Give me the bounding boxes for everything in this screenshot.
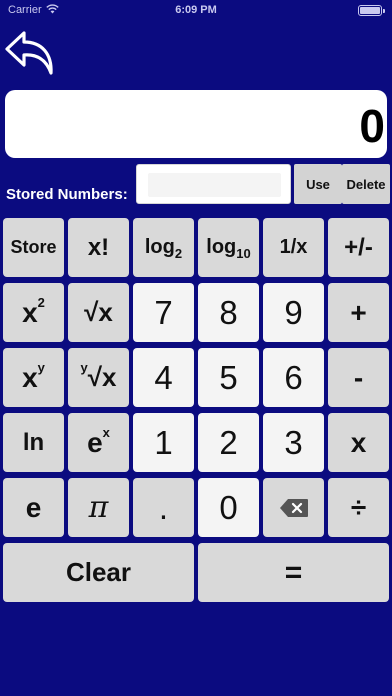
- sqrt-label: √x: [84, 297, 113, 327]
- euler-label: e: [25, 491, 42, 523]
- exp-label: e: [87, 426, 103, 458]
- euler-button[interactable]: e: [3, 478, 64, 537]
- negate-label: +/-: [344, 233, 373, 261]
- exp-superscript: x: [102, 424, 110, 440]
- pi-button[interactable]: π: [68, 478, 129, 537]
- factorial-button[interactable]: x!: [68, 218, 129, 277]
- digit-7-button[interactable]: 7: [133, 283, 194, 342]
- decimal-label: .: [158, 488, 169, 526]
- log10-label: log: [206, 236, 237, 258]
- backspace-icon: [279, 498, 308, 517]
- pi-label: π: [88, 490, 109, 525]
- reciprocal-label: 1/x: [279, 236, 308, 258]
- ln-label: ln: [22, 428, 45, 456]
- digit-8-button[interactable]: 8: [198, 283, 259, 342]
- yroot-index: y: [80, 360, 88, 375]
- digit-2-button[interactable]: 2: [198, 413, 259, 472]
- clear-button[interactable]: Clear: [3, 543, 194, 602]
- decimal-button[interactable]: .: [133, 478, 194, 537]
- log2-label: log: [144, 236, 175, 258]
- exp-button[interactable]: ex: [68, 413, 129, 472]
- use-button[interactable]: Use: [294, 164, 342, 204]
- battery-icon: [358, 5, 385, 16]
- back-button[interactable]: [4, 28, 56, 80]
- factorial-label: x!: [87, 233, 110, 261]
- digit-1-label: 1: [154, 423, 173, 461]
- stored-numbers-value: [148, 173, 281, 197]
- digit-9-label: 9: [284, 293, 303, 331]
- divide-button[interactable]: ÷: [328, 478, 389, 537]
- reciprocal-button[interactable]: 1/x: [263, 218, 324, 277]
- store-button[interactable]: Store: [3, 218, 64, 277]
- back-arrow-icon: [5, 31, 53, 75]
- power-button[interactable]: xy: [3, 348, 64, 407]
- minus-label: -: [353, 361, 364, 393]
- digit-4-button[interactable]: 4: [133, 348, 194, 407]
- multiply-button[interactable]: x: [328, 413, 389, 472]
- equals-label: =: [284, 555, 303, 589]
- digit-6-button[interactable]: 6: [263, 348, 324, 407]
- digit-4-label: 4: [154, 358, 173, 396]
- ln-button[interactable]: ln: [3, 413, 64, 472]
- yroot-label: √x: [87, 362, 117, 392]
- digit-7-label: 7: [154, 293, 173, 331]
- status-time: 6:09 PM: [175, 4, 217, 16]
- digit-3-button[interactable]: 3: [263, 413, 324, 472]
- yroot-button[interactable]: y√x: [68, 348, 129, 407]
- square-superscript: 2: [37, 294, 45, 310]
- log2-subscript: 2: [174, 246, 183, 261]
- plus-button[interactable]: +: [328, 283, 389, 342]
- store-label: Store: [10, 237, 57, 257]
- digit-5-label: 5: [219, 358, 238, 396]
- digit-0-label: 0: [219, 488, 238, 526]
- display-value: 0: [359, 100, 385, 152]
- power-label: x: [22, 361, 38, 393]
- plus-label: +: [350, 296, 367, 328]
- backspace-button[interactable]: [263, 478, 324, 537]
- multiply-label: x: [350, 426, 367, 458]
- status-bar: Carrier 6:09 PM: [0, 0, 392, 22]
- equals-button[interactable]: =: [198, 543, 389, 602]
- clear-label: Clear: [65, 557, 132, 587]
- square-button[interactable]: x2: [3, 283, 64, 342]
- minus-button[interactable]: -: [328, 348, 389, 407]
- power-superscript: y: [37, 359, 45, 375]
- stored-numbers-label: Stored Numbers:: [6, 186, 128, 203]
- log2-button[interactable]: log2: [133, 218, 194, 277]
- result-display: 0: [5, 90, 387, 158]
- digit-9-button[interactable]: 9: [263, 283, 324, 342]
- delete-button[interactable]: Delete: [342, 164, 390, 204]
- digit-6-label: 6: [284, 358, 303, 396]
- log10-button[interactable]: log10: [198, 218, 259, 277]
- log10-subscript: 10: [236, 246, 251, 261]
- digit-5-button[interactable]: 5: [198, 348, 259, 407]
- digit-8-label: 8: [219, 293, 238, 331]
- square-label: x: [22, 296, 38, 328]
- divide-label: ÷: [350, 491, 367, 523]
- stored-numbers-field[interactable]: [136, 164, 291, 204]
- negate-button[interactable]: +/-: [328, 218, 389, 277]
- digit-1-button[interactable]: 1: [133, 413, 194, 472]
- digit-0-button[interactable]: 0: [198, 478, 259, 537]
- sqrt-button[interactable]: √x: [68, 283, 129, 342]
- digit-3-label: 3: [284, 423, 303, 461]
- digit-2-label: 2: [219, 423, 238, 461]
